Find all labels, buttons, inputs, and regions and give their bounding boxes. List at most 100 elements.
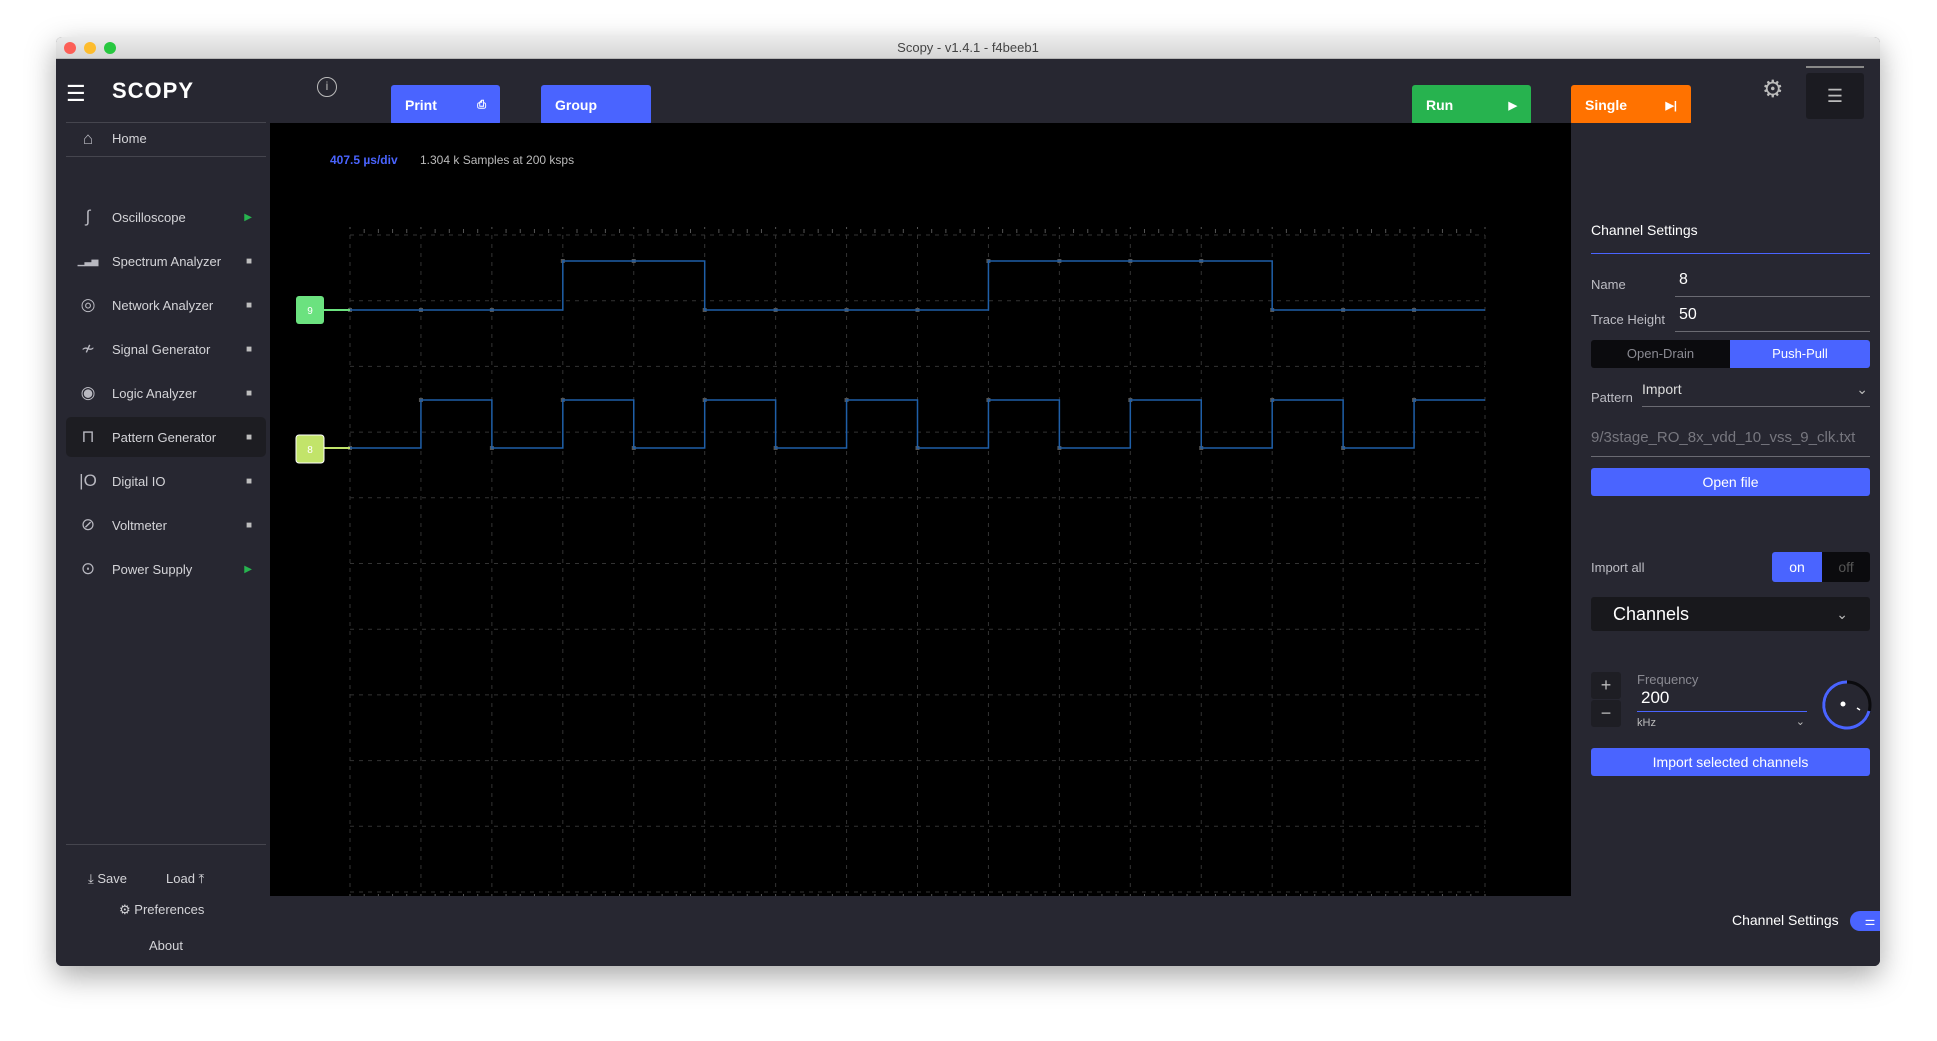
oscilloscope-icon: ∫ bbox=[85, 207, 91, 226]
sidebar-item-label: Digital IO bbox=[112, 473, 166, 489]
plot-canvas[interactable]: 98 bbox=[270, 123, 1571, 896]
sidebar-item-label: Logic Analyzer bbox=[112, 385, 197, 401]
stop-icon[interactable]: ■ bbox=[246, 476, 252, 487]
about-button[interactable]: About bbox=[149, 938, 183, 953]
settings-gear-icon[interactable]: ⚙ bbox=[1762, 75, 1784, 104]
channel-settings-toggle[interactable]: ⚌ bbox=[1850, 911, 1880, 931]
group-label: Group bbox=[555, 97, 597, 113]
sidebar-item-label: Voltmeter bbox=[112, 517, 167, 533]
channels-label: Channels bbox=[1613, 604, 1690, 624]
channel-settings-panel: Channel Settings Name 8 Trace Height 50 … bbox=[1571, 123, 1880, 896]
logic-icon: ◉ bbox=[80, 383, 96, 402]
stop-icon[interactable]: ■ bbox=[246, 520, 252, 531]
channel-settings-label: Channel Settings bbox=[1732, 912, 1839, 928]
sidebar-item-digital-io[interactable]: |O Digital IO ■ bbox=[66, 461, 266, 501]
hamburger-menu-icon[interactable]: ☰ bbox=[66, 81, 86, 107]
import-all-off[interactable]: off bbox=[1822, 552, 1870, 582]
printer-icon: ⎙ bbox=[477, 98, 486, 111]
network-icon: ◎ bbox=[80, 295, 96, 314]
channels-dropdown[interactable]: Channels ⌄ bbox=[1591, 597, 1870, 631]
title-bar: Scopy - v1.4.1 - f4beeb1 bbox=[56, 37, 1880, 59]
push-pull-button[interactable]: Push-Pull bbox=[1730, 340, 1870, 368]
info-icon[interactable]: i bbox=[317, 77, 337, 97]
open-file-button[interactable]: Open file bbox=[1591, 468, 1870, 496]
frequency-input[interactable]: 200 bbox=[1637, 688, 1807, 712]
power-icon: ⊙ bbox=[80, 559, 96, 578]
sliders-icon: ⚌ bbox=[1864, 914, 1876, 928]
sidebar-item-voltmeter[interactable]: ⊘ Voltmeter ■ bbox=[66, 505, 266, 545]
sidebar-item-logic-analyzer[interactable]: ◉ Logic Analyzer ■ bbox=[66, 373, 266, 413]
import-all-on[interactable]: on bbox=[1772, 552, 1822, 582]
run-button[interactable]: Run ▶ bbox=[1412, 85, 1531, 125]
print-label: Print bbox=[405, 97, 437, 113]
import-all-label: Import all bbox=[1591, 560, 1645, 575]
stop-icon[interactable]: ■ bbox=[246, 432, 252, 443]
bottom-bar: Channel Settings ⚌ bbox=[270, 896, 1880, 966]
play-icon[interactable]: ▶ bbox=[244, 212, 252, 223]
play-icon[interactable]: ▶ bbox=[244, 564, 252, 575]
minimize-window-button[interactable] bbox=[84, 42, 96, 54]
frequency-increment-button[interactable]: + bbox=[1591, 672, 1621, 699]
sidebar-item-network-analyzer[interactable]: ◎ Network Analyzer ■ bbox=[66, 285, 266, 325]
save-button[interactable]: ⤓ Save bbox=[88, 871, 127, 887]
load-button[interactable]: Load ⤒ bbox=[166, 871, 204, 887]
stop-icon[interactable]: ■ bbox=[246, 256, 252, 267]
app-window: Scopy - v1.4.1 - f4beeb1 ☰ SCOPY ⌂ Home … bbox=[56, 37, 1880, 966]
name-label: Name bbox=[1591, 277, 1626, 292]
toolbar: i Print ⎙ Group Run ▶ Single ▶| ⚙ ☰ bbox=[270, 59, 1880, 125]
frequency-knob[interactable] bbox=[1821, 679, 1873, 731]
file-path-input[interactable]: 9/3stage_RO_8x_vdd_10_vss_9_clk.txt bbox=[1591, 429, 1870, 457]
sliders-icon: ☰ bbox=[1826, 86, 1844, 106]
single-button[interactable]: Single ▶| bbox=[1571, 85, 1691, 125]
chevron-down-icon: ⌄ bbox=[1795, 716, 1805, 728]
sidebar-item-label: Signal Generator bbox=[112, 341, 211, 357]
menu-toggle-button[interactable]: ☰ bbox=[1806, 73, 1864, 119]
sidebar-item-power-supply[interactable]: ⊙ Power Supply ▶ bbox=[66, 549, 266, 589]
chevron-down-icon: ⌄ bbox=[1856, 381, 1868, 397]
plot-area: 407.5 µs/div 1.304 k Samples at 200 ksps… bbox=[270, 123, 1600, 915]
preferences-label: Preferences bbox=[134, 902, 205, 917]
sidebar: ☰ SCOPY ⌂ Home ∫ Oscilloscope ▶ ▁▃▅ Spectrum… bbox=[56, 59, 270, 966]
sidebar-item-label: Oscilloscope bbox=[112, 209, 186, 225]
trace-channel-8 bbox=[350, 399, 1485, 449]
pattern-icon: ⊓ bbox=[81, 427, 95, 446]
frequency-label: Frequency bbox=[1637, 672, 1699, 687]
sidebar-item-label: Network Analyzer bbox=[112, 297, 214, 313]
sidebar-item-oscilloscope[interactable]: ∫ Oscilloscope ▶ bbox=[66, 197, 266, 237]
gear-icon: ⚙ bbox=[119, 902, 131, 917]
play-icon: ▶ bbox=[1508, 99, 1517, 112]
import-selected-channels-button[interactable]: Import selected channels bbox=[1591, 748, 1870, 776]
close-window-button[interactable] bbox=[64, 42, 76, 54]
scopy-logo: SCOPY bbox=[112, 78, 195, 103]
step-forward-icon: ▶| bbox=[1665, 99, 1677, 112]
spectrum-icon: ▁▃▅ bbox=[77, 255, 99, 266]
channel-marker-label: 8 bbox=[307, 445, 313, 456]
window-title: Scopy - v1.4.1 - f4beeb1 bbox=[897, 40, 1039, 55]
sidebar-item-pattern-generator[interactable]: ⊓ Pattern Generator ■ bbox=[66, 417, 266, 457]
sidebar-item-signal-generator[interactable]: ≁ Signal Generator ■ bbox=[66, 329, 266, 369]
sidebar-item-spectrum-analyzer[interactable]: ▁▃▅ Spectrum Analyzer ■ bbox=[66, 241, 266, 281]
trace-height-input[interactable]: 50 bbox=[1675, 306, 1870, 332]
pattern-dropdown[interactable]: Import ⌄ bbox=[1642, 381, 1870, 407]
stop-icon[interactable]: ■ bbox=[246, 344, 252, 355]
trace-channel-9 bbox=[350, 260, 1485, 311]
sidebar-item-label: Spectrum Analyzer bbox=[112, 253, 222, 269]
chevron-down-icon: ⌄ bbox=[1836, 606, 1848, 622]
sidebar-item-label: Pattern Generator bbox=[112, 429, 217, 445]
print-button[interactable]: Print ⎙ bbox=[391, 85, 500, 125]
frequency-decrement-button[interactable]: − bbox=[1591, 700, 1621, 727]
frequency-unit-dropdown[interactable]: kHz ⌄ bbox=[1637, 716, 1807, 729]
open-drain-button[interactable]: Open-Drain bbox=[1591, 340, 1730, 368]
single-label: Single bbox=[1585, 97, 1628, 113]
maximize-window-button[interactable] bbox=[104, 42, 116, 54]
stop-icon[interactable]: ■ bbox=[246, 388, 252, 399]
save-label: Save bbox=[97, 871, 128, 886]
sidebar-item-label: Power Supply bbox=[112, 561, 193, 577]
preferences-button[interactable]: ⚙ Preferences bbox=[119, 902, 204, 918]
stop-icon[interactable]: ■ bbox=[246, 300, 252, 311]
panel-title: Channel Settings bbox=[1591, 222, 1698, 238]
name-input[interactable]: 8 bbox=[1675, 271, 1870, 297]
pattern-value: Import bbox=[1642, 381, 1682, 397]
group-button[interactable]: Group bbox=[541, 85, 651, 125]
sidebar-item-home[interactable]: ⌂ Home bbox=[66, 122, 266, 155]
